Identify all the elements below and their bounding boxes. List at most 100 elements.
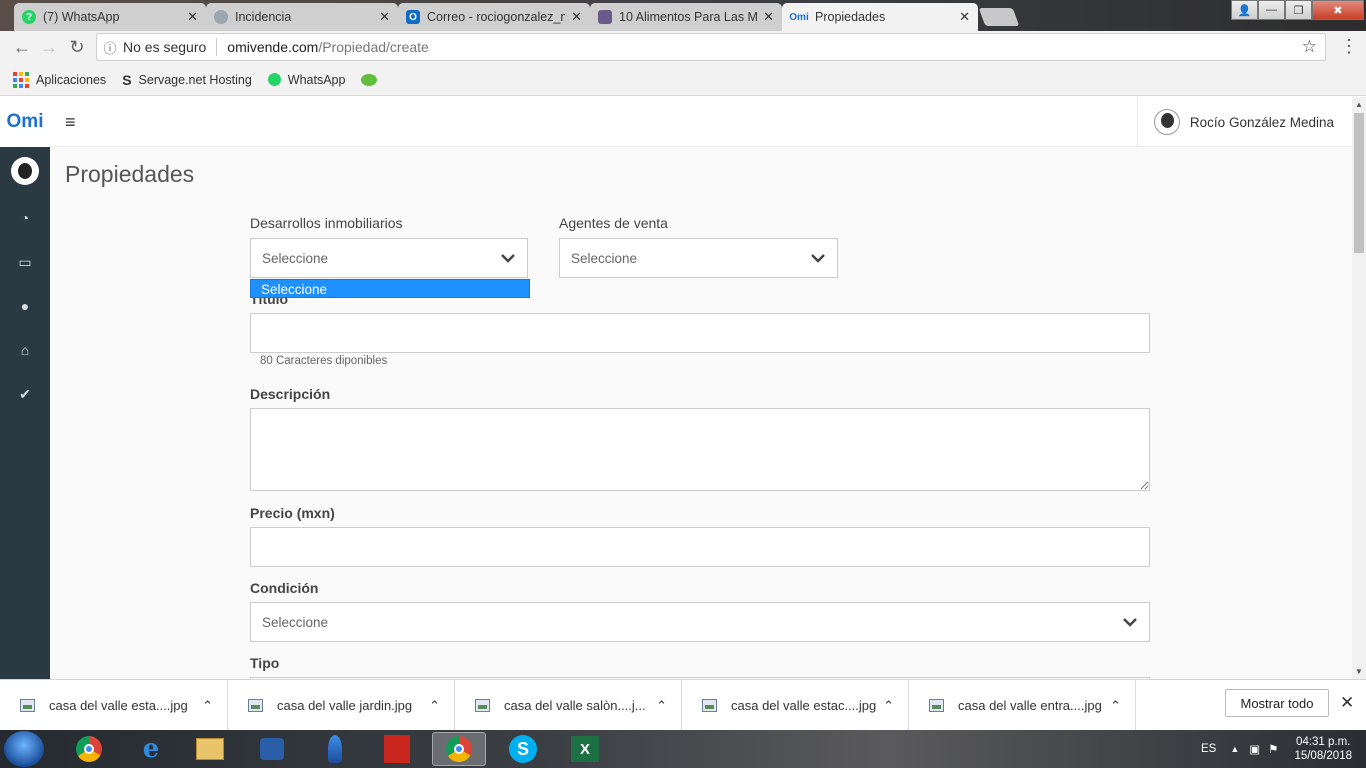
chevron-up-icon[interactable]: ⌃: [656, 698, 667, 714]
chrome-icon[interactable]: [62, 732, 116, 766]
descripcion-textarea[interactable]: [250, 408, 1150, 491]
user-window-icon[interactable]: 👤: [1231, 0, 1258, 20]
titulo-input[interactable]: [250, 313, 1150, 353]
tray-expand-icon[interactable]: ▲: [1230, 744, 1239, 754]
clock-time: 04:31 p.m.: [1296, 736, 1351, 748]
hamburger-menu-icon[interactable]: ≡: [65, 112, 76, 133]
browser-menu-icon[interactable]: ⋮: [1340, 36, 1358, 57]
bookmark-servage[interactable]: S Servage.net Hosting: [122, 72, 252, 88]
skype-icon[interactable]: S: [496, 732, 550, 766]
monitor-icon[interactable]: ▭: [16, 253, 34, 271]
bookmark-aplicaciones[interactable]: Aplicaciones: [13, 71, 106, 88]
download-item[interactable]: casa del valle estac....jpg ⌃: [682, 680, 909, 731]
user-menu[interactable]: Rocío González Medina: [1136, 97, 1352, 147]
window-close-button[interactable]: ✖: [1312, 0, 1364, 20]
chrome-icon[interactable]: [432, 732, 486, 766]
back-icon[interactable]: ←: [11, 36, 33, 58]
omi-icon: Omi: [789, 11, 809, 23]
download-item[interactable]: casa del valle jardin.jpg ⌃: [228, 680, 455, 731]
bookmark-whatsapp[interactable]: WhatsApp: [267, 72, 346, 87]
info-icon[interactable]: ⓘ: [97, 38, 123, 57]
url-host: omivende.com: [227, 39, 319, 55]
check-circle-icon[interactable]: ✔: [16, 385, 34, 403]
condicion-select-value: Seleccione: [262, 614, 329, 630]
scroll-up-icon[interactable]: ▲: [1355, 100, 1363, 109]
apps-grid-icon: [13, 71, 29, 88]
agentes-label: Agentes de venta: [559, 215, 668, 231]
page-scrollbar[interactable]: ▲ ▼: [1352, 97, 1366, 679]
chevron-down-icon: [1121, 613, 1139, 631]
tab-incidencia[interactable]: Incidencia ✕: [206, 3, 398, 31]
acrobat-icon[interactable]: [370, 732, 424, 766]
address-bar[interactable]: ⓘ No es seguro omivende.com/Propiedad/cr…: [96, 33, 1326, 61]
tab-title: 10 Alimentos Para Las M: [619, 10, 758, 24]
desarrollos-label: Desarrollos inmobiliarios: [250, 215, 403, 231]
close-tab-icon[interactable]: ✕: [763, 9, 774, 25]
explorer-icon[interactable]: [183, 732, 237, 766]
wechat-icon: [361, 73, 378, 86]
tab-correo[interactable]: O Correo - rociogonzalez_m ✕: [398, 3, 590, 31]
tab-title: Correo - rociogonzalez_m: [427, 10, 566, 24]
close-downloads-icon[interactable]: ✕: [1340, 693, 1354, 713]
download-item[interactable]: casa del valle salòn....j... ⌃: [455, 680, 682, 731]
desarrollos-select[interactable]: Seleccione: [250, 238, 528, 278]
download-filename: casa del valle esta....jpg: [49, 698, 188, 713]
download-item[interactable]: casa del valle entra....jpg ⌃: [909, 680, 1136, 731]
dashboard-icon[interactable]: ◔: [16, 209, 34, 227]
clock[interactable]: 04:31 p.m. 15/08/2018: [1294, 735, 1352, 763]
minimize-button[interactable]: —: [1258, 0, 1285, 20]
forward-icon[interactable]: →: [38, 36, 60, 58]
tab-title: Propiedades: [815, 10, 886, 24]
image-file-icon: [929, 699, 944, 712]
bookmark-label: WhatsApp: [287, 72, 346, 87]
close-tab-icon[interactable]: ✕: [187, 9, 198, 25]
show-all-downloads-button[interactable]: Mostrar todo: [1225, 689, 1329, 717]
app-viewport: Omi ◔ ▭ ● ⌂ ✔ ≡ Rocío González Medina Pr…: [0, 97, 1352, 679]
start-button[interactable]: [4, 731, 44, 767]
avatar-icon[interactable]: [11, 157, 39, 185]
chevron-up-icon[interactable]: ⌃: [429, 698, 440, 714]
flag-icon[interactable]: ⚑: [1268, 742, 1278, 756]
sharpdevelop-icon[interactable]: [308, 732, 362, 766]
outlook-icon: O: [406, 10, 420, 24]
browser-toolbar: ← → ↻ ⓘ No es seguro omivende.com/Propie…: [0, 31, 1366, 64]
reload-icon[interactable]: ↻: [66, 36, 88, 58]
precio-input[interactable]: [250, 527, 1150, 567]
download-filename: casa del valle salòn....j...: [504, 698, 646, 713]
scroll-down-icon[interactable]: ▼: [1355, 667, 1363, 676]
scrollbar-thumb[interactable]: [1354, 113, 1364, 253]
chevron-down-icon: [809, 249, 827, 267]
home-icon[interactable]: ⌂: [16, 341, 34, 359]
media-icon[interactable]: [245, 732, 299, 766]
tab-propiedades[interactable]: Omi Propiedades ✕: [782, 3, 978, 31]
image-file-icon: [20, 699, 35, 712]
url-path: /Propiedad/create: [318, 39, 429, 55]
tab-whatsapp[interactable]: ? (7) WhatsApp ✕: [14, 3, 206, 31]
tab-alimentos[interactable]: 10 Alimentos Para Las M ✕: [590, 3, 782, 31]
chevron-up-icon[interactable]: ⌃: [883, 698, 894, 714]
close-tab-icon[interactable]: ✕: [571, 9, 582, 25]
image-file-icon: [248, 699, 263, 712]
desarrollos-dropdown-option[interactable]: Seleccione: [250, 279, 530, 298]
agentes-select[interactable]: Seleccione: [559, 238, 838, 278]
close-tab-icon[interactable]: ✕: [959, 9, 970, 25]
user-icon[interactable]: ●: [16, 297, 34, 315]
network-icon[interactable]: ▣: [1249, 742, 1260, 756]
servage-icon: S: [122, 71, 132, 88]
omi-logo[interactable]: Omi: [0, 97, 50, 147]
language-indicator[interactable]: ES: [1201, 743, 1216, 755]
close-tab-icon[interactable]: ✕: [379, 9, 390, 25]
maximize-button[interactable]: ❐: [1285, 0, 1312, 20]
avatar: [1153, 109, 1180, 135]
bookmark-star-icon[interactable]: ☆: [1302, 37, 1317, 57]
chevron-up-icon[interactable]: ⌃: [1110, 698, 1121, 714]
image-file-icon: [702, 699, 717, 712]
excel-icon[interactable]: X: [558, 732, 612, 766]
chevron-up-icon[interactable]: ⌃: [202, 698, 213, 714]
download-item[interactable]: casa del valle esta....jpg ⌃: [0, 680, 228, 731]
ie-icon[interactable]: e: [124, 732, 178, 766]
new-tab-button[interactable]: [978, 8, 1020, 26]
condicion-select[interactable]: Seleccione: [250, 602, 1150, 642]
tipo-label: Tipo: [250, 655, 280, 671]
bookmark-wechat[interactable]: [361, 73, 384, 86]
